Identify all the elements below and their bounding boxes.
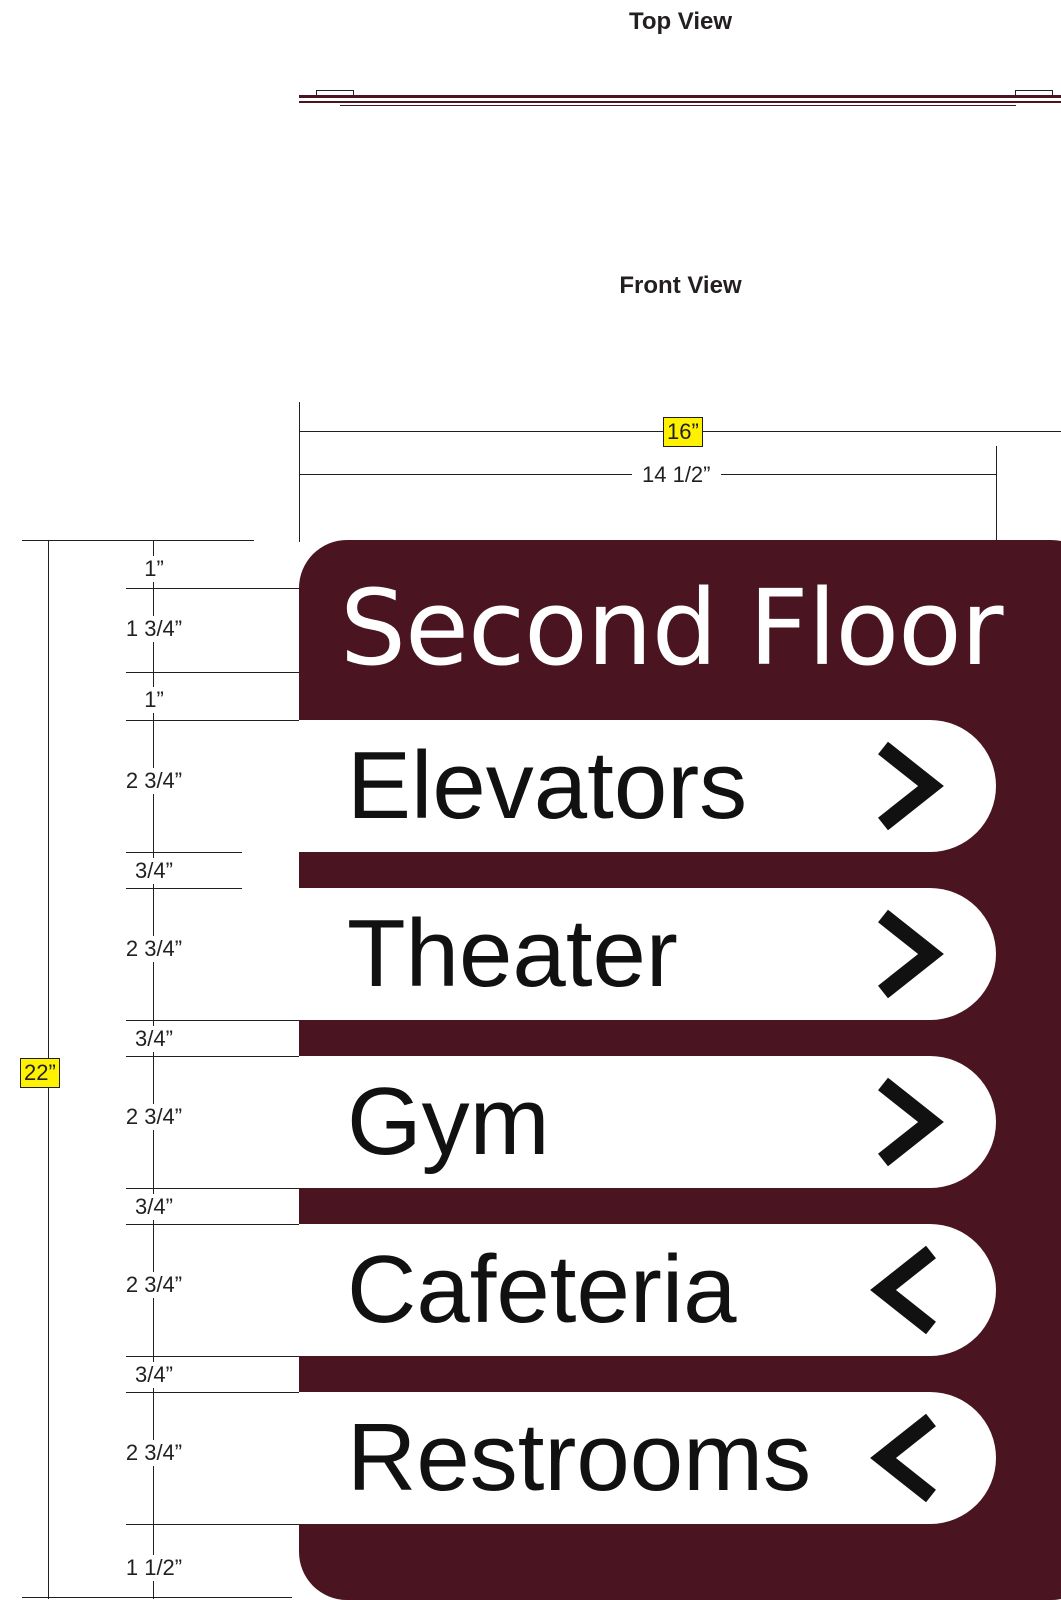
dim-row-height: 2 3/4” bbox=[92, 936, 216, 962]
sign-row-label: Cafeteria bbox=[347, 1236, 737, 1343]
dim-row-height: 2 3/4” bbox=[92, 1272, 216, 1298]
top-view-plate-back bbox=[299, 101, 1061, 103]
chevron-left-icon bbox=[870, 1245, 936, 1335]
sign-title: Second Floor bbox=[340, 567, 1004, 689]
width-extension-inner-right bbox=[996, 446, 997, 540]
overall-height-label: 22” bbox=[20, 1058, 60, 1088]
dim-boundary bbox=[126, 672, 299, 673]
overall-width-label: 16” bbox=[663, 417, 703, 447]
height-bottom-tick bbox=[22, 1597, 292, 1598]
dim-top-margin: 1” bbox=[92, 556, 216, 582]
dim-boundary bbox=[126, 1524, 299, 1525]
top-view-title: Top View bbox=[628, 8, 733, 35]
dim-boundary bbox=[126, 588, 299, 589]
dim-boundary bbox=[126, 1020, 299, 1021]
dim-boundary bbox=[126, 1056, 299, 1057]
dim-boundary bbox=[126, 1392, 299, 1393]
chevron-right-icon bbox=[878, 741, 944, 831]
dim-title-height: 1 3/4” bbox=[92, 616, 216, 642]
dim-row-height: 2 3/4” bbox=[92, 768, 216, 794]
width-extension-left bbox=[299, 402, 300, 542]
dim-row-height: 2 3/4” bbox=[92, 1104, 216, 1130]
chevron-right-icon bbox=[878, 909, 944, 999]
dim-row-height: 2 3/4” bbox=[92, 1440, 216, 1466]
height-top-tick bbox=[22, 540, 254, 541]
sign-row-label: Gym bbox=[347, 1068, 550, 1175]
dim-boundary bbox=[126, 1188, 299, 1189]
dim-boundary bbox=[126, 720, 299, 721]
dim-bottom-margin: 1 1/2” bbox=[92, 1555, 216, 1581]
chevron-right-icon bbox=[878, 1077, 944, 1167]
dim-boundary bbox=[126, 1356, 299, 1357]
sign-row-restrooms: Restrooms bbox=[299, 1392, 996, 1524]
inner-width-label: 14 1/2” bbox=[632, 462, 721, 488]
dim-row-gap: 3/4” bbox=[92, 1362, 216, 1388]
sign-row-label: Elevators bbox=[347, 732, 748, 839]
sign-row-cafeteria: Cafeteria bbox=[299, 1224, 996, 1356]
dim-boundary bbox=[126, 1224, 299, 1225]
dim-row-gap: 3/4” bbox=[92, 1026, 216, 1052]
sign-row-gym: Gym bbox=[299, 1056, 996, 1188]
top-view-plate-face bbox=[299, 95, 1061, 98]
dim-boundary bbox=[126, 852, 242, 853]
sign-row-elevators: Elevators bbox=[299, 720, 996, 852]
sign-row-label: Restrooms bbox=[347, 1404, 812, 1511]
sign-row-theater: Theater bbox=[299, 888, 996, 1020]
sign-row-label: Theater bbox=[347, 900, 678, 1007]
dim-title-gap: 1” bbox=[92, 687, 216, 713]
dim-boundary bbox=[126, 888, 242, 889]
top-view-standoff bbox=[340, 105, 1016, 106]
chevron-left-icon bbox=[870, 1413, 936, 1503]
dim-row-gap: 3/4” bbox=[92, 1194, 216, 1220]
front-view-title: Front View bbox=[619, 272, 742, 299]
dim-row-gap: 3/4” bbox=[92, 858, 216, 884]
